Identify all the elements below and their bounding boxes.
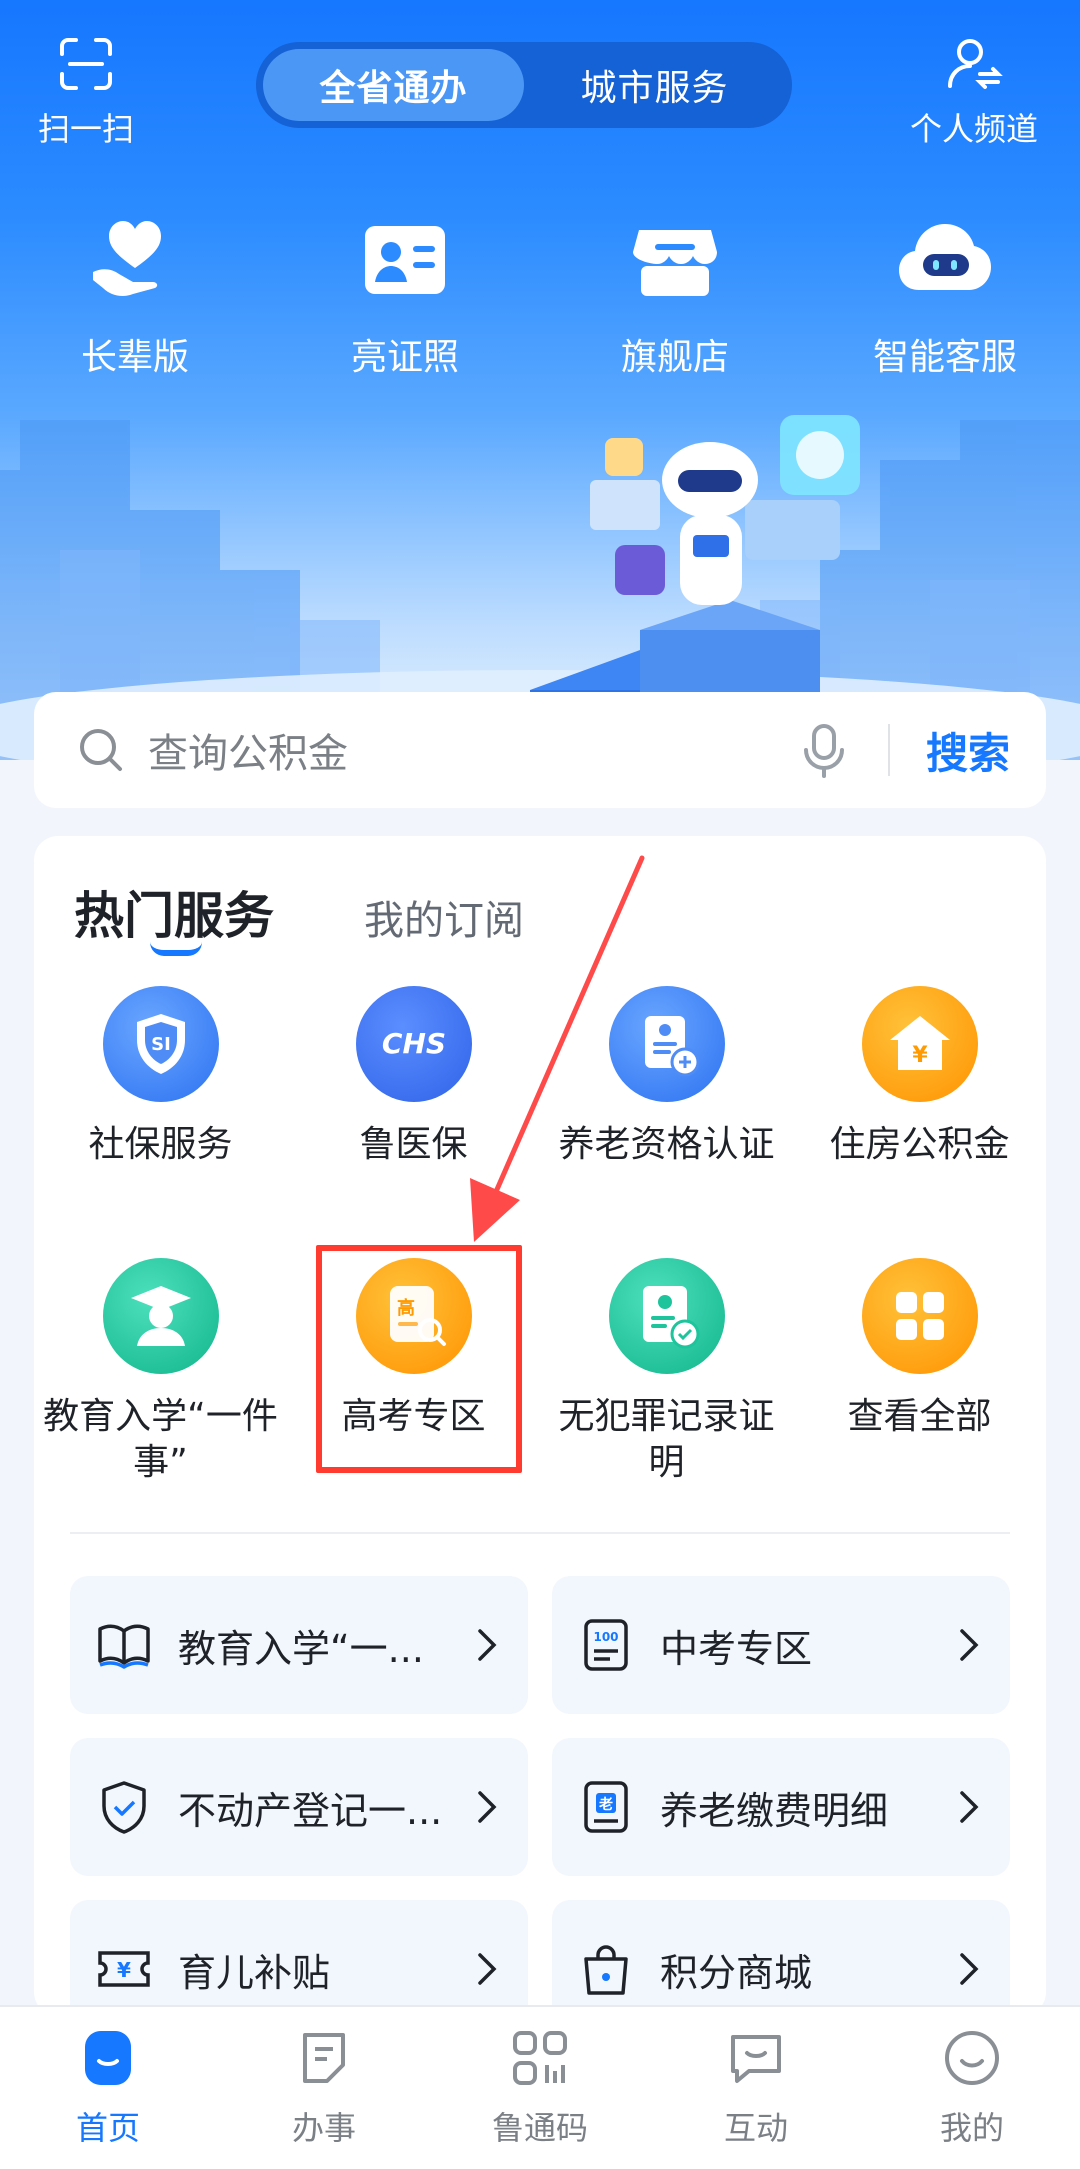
tab-hot-services-label: 热门服务 <box>74 887 274 945</box>
svg-text:SI: SI <box>151 1034 171 1055</box>
quick-flagship-store[interactable]: 旗舰店 <box>540 210 810 380</box>
highlight-annotation-box <box>316 1245 522 1473</box>
home-icon <box>85 2031 131 2085</box>
heart-hand-icon <box>93 221 161 296</box>
all-apps-icon <box>861 1258 978 1374</box>
housing-fund-icon: ¥ <box>861 986 978 1102</box>
pension-doc-icon: 老 <box>584 1781 628 1833</box>
hero-banner: 扫一扫 全省通办 城市服务 个人频道 长辈版 亮证照 旗舰店 智能客服 <box>0 0 1080 760</box>
link-zhongkao-zone[interactable]: 100 中考专区 <box>552 1576 1010 1714</box>
service-label: 住房公积金 <box>829 1124 1010 1165</box>
search-button[interactable]: 搜索 <box>926 720 1010 781</box>
quick-label: 旗舰店 <box>620 337 729 378</box>
quick-label: 长辈版 <box>80 337 189 378</box>
svg-text:¥: ¥ <box>117 1958 131 1982</box>
robot-cloud-icon <box>899 224 991 290</box>
chat-bubble-icon <box>731 2035 781 2083</box>
nav-lutong-code[interactable]: 鲁通码 <box>432 2007 648 2169</box>
smiley-profile-icon <box>945 2031 999 2085</box>
quick-label: 亮证照 <box>350 337 459 378</box>
chevron-right-icon <box>960 1791 979 1823</box>
service-social-security[interactable]: SI 社保服务 <box>34 986 287 1258</box>
quick-show-license[interactable]: 亮证照 <box>270 210 540 380</box>
search-bar[interactable]: 查询公积金 搜索 <box>34 692 1046 808</box>
service-label: 无犯罪记录证明 <box>558 1396 775 1483</box>
quick-actions: 长辈版 亮证照 旗舰店 智能客服 <box>0 210 1080 380</box>
chs-icon: CHS <box>355 986 472 1102</box>
nav-mine[interactable]: 我的 <box>864 2007 1080 2169</box>
search-divider <box>887 724 890 776</box>
link-label: 不动产登记一... <box>178 1788 443 1833</box>
nav-label: 我的 <box>939 2109 1004 2147</box>
quick-elder-mode[interactable]: 长辈版 <box>0 210 270 380</box>
annotation-arrow <box>470 855 645 1242</box>
service-no-crime-certificate[interactable]: 无犯罪记录证明 <box>540 1258 793 1530</box>
nav-interaction[interactable]: 互动 <box>648 2007 864 2169</box>
person-switch-icon <box>948 39 1003 89</box>
svg-text:¥: ¥ <box>912 1043 928 1068</box>
tab-hot-services[interactable]: 热门服务 <box>74 876 274 956</box>
service-education-enrollment[interactable]: 教育入学“一件事” <box>34 1258 287 1530</box>
link-label: 育儿补贴 <box>178 1950 331 1995</box>
chevron-right-icon <box>960 1629 979 1661</box>
link-label: 积分商城 <box>660 1950 813 1995</box>
search-input[interactable]: 查询公积金 <box>148 721 800 779</box>
service-housing-fund[interactable]: ¥ 住房公积金 <box>793 986 1046 1258</box>
service-label: 社保服务 <box>88 1124 233 1165</box>
yuan-ticket-icon: ¥ <box>98 1951 150 1987</box>
quick-label: 智能客服 <box>872 337 1017 378</box>
document-icon <box>303 2033 345 2083</box>
svg-text:老: 老 <box>599 1796 613 1813</box>
personal-channel-button[interactable]: 个人频道 <box>894 36 1054 150</box>
nav-label: 首页 <box>75 2109 140 2147</box>
chevron-right-icon <box>478 1629 497 1661</box>
qr-code-icon <box>513 2031 567 2085</box>
service-label: 查看全部 <box>847 1396 992 1437</box>
link-education-enrollment[interactable]: 教育入学“一... <box>70 1576 528 1714</box>
service-view-all[interactable]: 查看全部 <box>793 1258 1046 1530</box>
section-divider <box>70 1532 1010 1534</box>
search-icon <box>80 729 122 771</box>
book-icon <box>98 1624 150 1669</box>
link-label: 养老缴费明细 <box>660 1788 889 1833</box>
exam-score-icon: 100 <box>584 1619 628 1671</box>
nav-label: 办事 <box>291 2109 356 2147</box>
no-crime-cert-icon <box>608 1258 725 1374</box>
active-tab-indicator <box>150 942 202 956</box>
shopping-bag-icon <box>584 1945 628 1995</box>
svg-text:100: 100 <box>593 1630 618 1644</box>
microphone-icon[interactable] <box>800 722 848 778</box>
shield-check-icon <box>102 1781 146 1834</box>
link-real-estate-registration[interactable]: 不动产登记一... <box>70 1738 528 1876</box>
graduate-icon <box>102 1258 219 1374</box>
link-label: 教育入学“一... <box>178 1626 424 1671</box>
svg-text:CHS: CHS <box>381 1027 445 1060</box>
services-tabs: 热门服务 我的订阅 <box>74 876 524 956</box>
link-label: 中考专区 <box>660 1626 813 1671</box>
quick-smart-service[interactable]: 智能客服 <box>810 210 1080 380</box>
id-card-icon <box>365 226 445 294</box>
link-pension-payment-details[interactable]: 老 养老缴费明细 <box>552 1738 1010 1876</box>
tab-province[interactable]: 全省通办 <box>263 49 524 121</box>
scan-label: 扫一扫 <box>37 110 134 148</box>
nav-affairs[interactable]: 办事 <box>216 2007 432 2169</box>
service-label: 教育入学“一件事” <box>43 1396 278 1483</box>
personal-channel-label: 个人频道 <box>909 110 1038 148</box>
store-icon <box>633 230 717 296</box>
bottom-nav: 首页 办事 鲁通码 互动 我的 <box>0 2005 1080 2169</box>
nav-home[interactable]: 首页 <box>0 2007 216 2169</box>
chevron-right-icon <box>960 1953 979 1985</box>
quick-links: 教育入学“一... 100 中考专区 不动产登记一... 老 养老缴费明细 ¥ … <box>70 1576 1010 2062</box>
chevron-right-icon <box>478 1791 497 1823</box>
nav-label: 互动 <box>723 2109 788 2147</box>
region-tab-switch: 全省通办 城市服务 <box>256 42 792 128</box>
scan-button[interactable]: 扫一扫 <box>26 36 146 150</box>
scan-icon <box>60 38 112 90</box>
tab-city-services[interactable]: 城市服务 <box>524 49 785 121</box>
social-security-icon: SI <box>102 986 219 1102</box>
chevron-right-icon <box>478 1953 497 1985</box>
nav-label: 鲁通码 <box>491 2109 588 2147</box>
